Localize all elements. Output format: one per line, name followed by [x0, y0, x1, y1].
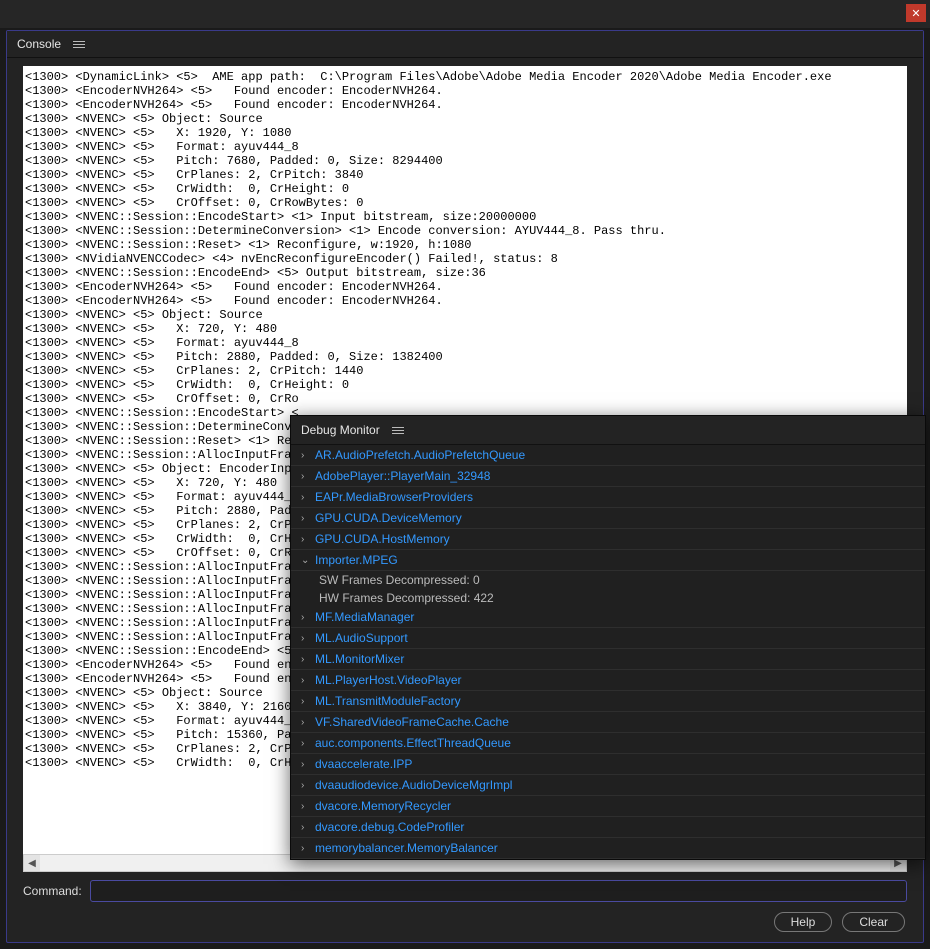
debug-item-label: ML.MonitorMixer — [315, 652, 404, 666]
debug-item-label: GPU.CUDA.HostMemory — [315, 532, 450, 546]
debug-item[interactable]: ›EAPr.MediaBrowserProviders — [291, 487, 925, 508]
chevron-right-icon[interactable]: › — [301, 471, 315, 482]
help-button[interactable]: Help — [774, 912, 833, 932]
chevron-right-icon[interactable]: › — [301, 738, 315, 749]
chevron-down-icon[interactable]: ⌄ — [301, 555, 315, 566]
debug-item[interactable]: ›GPU.CUDA.DeviceMemory — [291, 508, 925, 529]
close-button[interactable]: ✕ — [906, 4, 926, 22]
chevron-right-icon[interactable]: › — [301, 717, 315, 728]
console-panel-title: Console — [17, 37, 61, 51]
debug-item-label: GPU.CUDA.DeviceMemory — [315, 511, 462, 525]
debug-item[interactable]: ›memorybalancer.MemoryBalancer — [291, 838, 925, 859]
chevron-right-icon[interactable]: › — [301, 822, 315, 833]
command-input[interactable] — [90, 880, 907, 902]
debug-item[interactable]: ›ML.AudioSupport — [291, 628, 925, 649]
chevron-right-icon[interactable]: › — [301, 843, 315, 854]
debug-item[interactable]: ›auc.components.EffectThreadQueue — [291, 733, 925, 754]
button-row: Help Clear — [7, 902, 923, 942]
debug-monitor-list: ›AR.AudioPrefetch.AudioPrefetchQueue›Ado… — [291, 445, 925, 859]
debug-item-label: dvaaccelerate.IPP — [315, 757, 412, 771]
debug-item-label: EAPr.MediaBrowserProviders — [315, 490, 473, 504]
debug-item[interactable]: ›AdobePlayer::PlayerMain_32948 — [291, 466, 925, 487]
chevron-right-icon[interactable]: › — [301, 612, 315, 623]
chevron-right-icon[interactable]: › — [301, 780, 315, 791]
debug-item[interactable]: ›dvacore.MemoryRecycler — [291, 796, 925, 817]
chevron-right-icon[interactable]: › — [301, 759, 315, 770]
console-panel-header: Console — [7, 31, 923, 58]
debug-item-label: dvaaudiodevice.AudioDeviceMgrImpl — [315, 778, 512, 792]
debug-menu-icon[interactable] — [390, 425, 406, 436]
debug-item[interactable]: ›AR.AudioPrefetch.AudioPrefetchQueue — [291, 445, 925, 466]
debug-item-detail: HW Frames Decompressed: 422 — [291, 589, 925, 607]
debug-item-label: VF.SharedVideoFrameCache.Cache — [315, 715, 509, 729]
debug-item[interactable]: ›GPU.CUDA.HostMemory — [291, 529, 925, 550]
command-label: Command: — [23, 884, 82, 898]
console-menu-icon[interactable] — [71, 39, 87, 50]
debug-item[interactable]: ›ML.TransmitModuleFactory — [291, 691, 925, 712]
debug-item[interactable]: ›ML.PlayerHost.VideoPlayer — [291, 670, 925, 691]
debug-item[interactable]: ›MF.MediaManager — [291, 607, 925, 628]
debug-item-label: AdobePlayer::PlayerMain_32948 — [315, 469, 490, 483]
chevron-right-icon[interactable]: › — [301, 633, 315, 644]
command-row: Command: — [7, 872, 923, 902]
debug-item-label: MF.MediaManager — [315, 610, 414, 624]
debug-item-label: AR.AudioPrefetch.AudioPrefetchQueue — [315, 448, 525, 462]
chevron-right-icon[interactable]: › — [301, 801, 315, 812]
debug-item[interactable]: ›dvacore.debug.CodeProfiler — [291, 817, 925, 838]
debug-item[interactable]: ⌄Importer.MPEG — [291, 550, 925, 571]
clear-button[interactable]: Clear — [842, 912, 905, 932]
chevron-right-icon[interactable]: › — [301, 696, 315, 707]
debug-item[interactable]: ›dvaaudiodevice.AudioDeviceMgrImpl — [291, 775, 925, 796]
debug-item-label: auc.components.EffectThreadQueue — [315, 736, 511, 750]
debug-item-detail: SW Frames Decompressed: 0 — [291, 571, 925, 589]
debug-item-label: memorybalancer.MemoryBalancer — [315, 841, 498, 855]
debug-monitor-title: Debug Monitor — [301, 423, 380, 437]
debug-item[interactable]: ›ML.MonitorMixer — [291, 649, 925, 670]
debug-monitor-panel: Debug Monitor ›AR.AudioPrefetch.AudioPre… — [290, 415, 926, 860]
debug-item-label: Importer.MPEG — [315, 553, 398, 567]
debug-item-label: dvacore.MemoryRecycler — [315, 799, 451, 813]
title-bar: ✕ — [0, 0, 930, 28]
debug-item-label: ML.TransmitModuleFactory — [315, 694, 461, 708]
debug-item-label: ML.AudioSupport — [315, 631, 408, 645]
debug-item-label: ML.PlayerHost.VideoPlayer — [315, 673, 462, 687]
chevron-right-icon[interactable]: › — [301, 534, 315, 545]
chevron-right-icon[interactable]: › — [301, 654, 315, 665]
chevron-right-icon[interactable]: › — [301, 450, 315, 461]
debug-item-label: dvacore.debug.CodeProfiler — [315, 820, 464, 834]
scroll-left-arrow-icon[interactable]: ◀ — [24, 855, 40, 871]
chevron-right-icon[interactable]: › — [301, 675, 315, 686]
chevron-right-icon[interactable]: › — [301, 513, 315, 524]
debug-item[interactable]: ›VF.SharedVideoFrameCache.Cache — [291, 712, 925, 733]
debug-monitor-header: Debug Monitor — [291, 416, 925, 445]
debug-item[interactable]: ›dvaaccelerate.IPP — [291, 754, 925, 775]
chevron-right-icon[interactable]: › — [301, 492, 315, 503]
